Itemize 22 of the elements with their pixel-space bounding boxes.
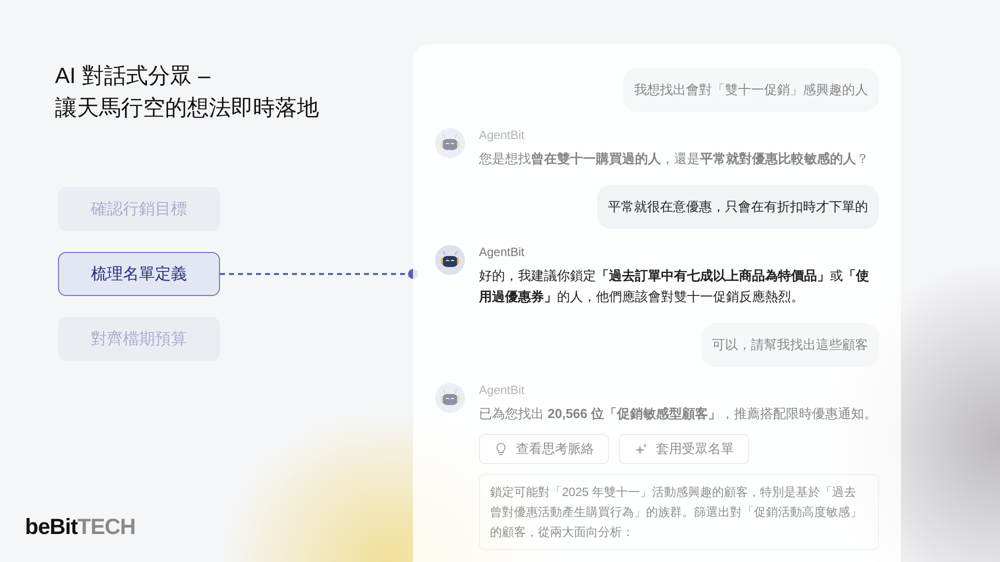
agent-name: AgentBit [479,128,526,142]
agent-name: AgentBit [479,245,526,259]
user-message: 我想找出會對「雙十一促銷」感興趣的人 [623,68,879,112]
lightbulb-icon [494,442,508,456]
logo: beBitTECH [25,514,136,540]
user-message: 可以，請幫我找出這些顧客 [701,323,879,367]
robot-avatar-icon [435,245,465,275]
sparkle-icon [634,442,648,456]
robot-avatar-icon [435,383,465,413]
slide-title: AI 對話式分眾 – 讓天馬行空的想法即時落地 [55,62,320,122]
robot-avatar-icon [435,128,465,158]
action-button[interactable]: 套用受眾名單 [619,434,749,464]
reasoning-text: 鎖定可能對「2025 年雙十一」活動感興趣的顧客，特別是基於「過去曾對優惠活動產生購買行為」的族群。篩選出對「促銷活動高度敏感」的顧客，從兩大面向分析： [479,474,879,550]
user-message: 平常就很在意優惠，只會在有折扣時才下單的 [597,185,879,229]
agent-name: AgentBit [479,383,526,397]
action-button[interactable]: 查看思考脈絡 [479,434,609,464]
step-button[interactable]: 確認行銷目標 [58,187,220,231]
step-button[interactable]: 對齊檔期預算 [58,317,220,361]
agent-message: 好的，我建議你鎖定「過去訂單中有七成以上商品為特價品」或「使用過優惠券」的人，他們應該會對雙十一促銷反應熱烈。 [479,267,870,306]
agent-message: 您是想找曾在雙十一購買過的人，還是平常就對優惠比較敏感的人？ [479,150,870,168]
step-button[interactable]: 梳理名單定義 [58,252,220,296]
agent-message: 已為您找出 20,566 位「促銷敏感型顧客」，推薦搭配限時優惠通知。 [479,405,878,423]
